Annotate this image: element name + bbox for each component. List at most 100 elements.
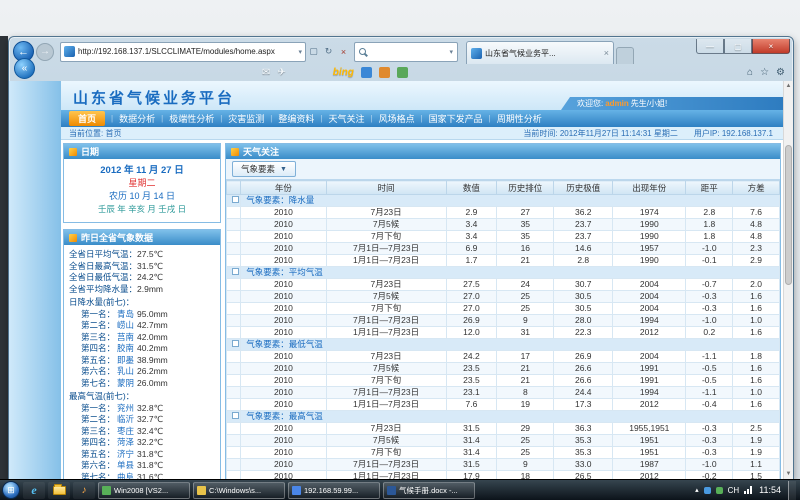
scroll-up-icon[interactable]: ▲ (784, 81, 793, 91)
settings-gear-icon[interactable]: ⚙ (776, 67, 785, 78)
new-tab-button[interactable] (616, 47, 634, 64)
column-header[interactable]: 历史极值 (554, 181, 613, 195)
table-row[interactable]: 20101月1日—7月23日12.03122.320120.21.6 (227, 327, 780, 339)
station-link[interactable]: 菏泽 (117, 437, 134, 447)
scroll-down-icon[interactable]: ▼ (784, 469, 793, 479)
table-row[interactable]: 20107月5候3.43523.719901.84.8 (227, 219, 780, 231)
scrollbar-thumb[interactable] (785, 145, 792, 285)
tab-close-icon[interactable]: × (604, 48, 609, 58)
nav-item-5[interactable]: 天气关注 (328, 112, 364, 125)
table-row[interactable]: 20107月下旬23.52126.61991-0.51.6 (227, 375, 780, 387)
taskbar-button-2[interactable]: 192.168.59.99... (288, 482, 380, 499)
expand-icon[interactable] (232, 196, 239, 203)
station-link[interactable]: 胶南 (117, 343, 134, 353)
taskbar-button-1[interactable]: C:\Windows\s... (193, 482, 285, 499)
table-row[interactable]: 20107月23日31.52936.31955,1951-0.32.5 (227, 423, 780, 435)
station-link[interactable]: 青岛 (117, 309, 134, 319)
tab-title[interactable]: 山东省气候业务平... (485, 48, 601, 59)
search-box[interactable]: ▾ (354, 42, 458, 62)
table-row[interactable]: 20107月1日—7月23日31.5933.01987-1.01.1 (227, 459, 780, 471)
element-filter-button[interactable]: 气象要素 ▼ (232, 161, 296, 177)
search-input[interactable] (370, 47, 445, 56)
expand-icon[interactable] (232, 340, 239, 347)
station-link[interactable]: 即墨 (117, 355, 134, 365)
table-row[interactable]: 20107月下旬3.43523.719901.84.8 (227, 231, 780, 243)
table-row[interactable]: 20107月23日2.92736.219742.87.6 (227, 207, 780, 219)
table-row[interactable]: 20101月1日—7月23日17.91826.52012-0.21.5 (227, 471, 780, 480)
home-icon[interactable]: ⌂ (747, 67, 753, 78)
expand-icon[interactable] (232, 268, 239, 275)
language-indicator[interactable]: CH (728, 486, 740, 495)
station-link[interactable]: 乳山 (117, 366, 134, 376)
table-row[interactable]: 20107月5候23.52126.61991-0.51.6 (227, 363, 780, 375)
address-dropdown-icon[interactable]: ▾ (298, 48, 302, 56)
close-button[interactable]: × (752, 39, 790, 54)
plugin-icon-2[interactable] (379, 67, 390, 78)
nav-item-1[interactable]: 数据分析 (119, 112, 155, 125)
forward-button[interactable]: → (36, 43, 54, 61)
table-row[interactable]: 20101月1日—7月23日7.61917.32012-0.41.6 (227, 399, 780, 411)
table-row[interactable]: 20107月下旬31.42535.31951-0.31.9 (227, 447, 780, 459)
table-row[interactable]: 20107月5候31.42535.31951-0.31.9 (227, 435, 780, 447)
address-bar[interactable]: http://192.168.137.1/SLCCLIMATE/modules/… (60, 42, 306, 62)
maximize-button[interactable]: ▢ (724, 39, 752, 54)
refresh-icon[interactable]: ↻ (321, 43, 336, 61)
station-link[interactable]: 济宁 (117, 449, 134, 459)
group-row[interactable]: 气象要素：降水量 (227, 195, 780, 207)
stop-icon[interactable]: × (336, 43, 351, 61)
vertical-scrollbar[interactable]: ▲ ▼ (783, 81, 793, 479)
minimize-button[interactable]: — (696, 39, 724, 54)
table-row[interactable]: 20107月1日—7月23日26.9928.01994-1.01.0 (227, 315, 780, 327)
column-header[interactable]: 历史排位 (497, 181, 554, 195)
clock[interactable]: 11:54 (759, 485, 781, 495)
nav-item-8[interactable]: 周期性分析 (497, 112, 542, 125)
station-link[interactable]: 枣庄 (117, 426, 134, 436)
group-row[interactable]: 气象要素：最低气温 (227, 339, 780, 351)
nav-item-4[interactable]: 整编资料 (278, 112, 314, 125)
tray-icon-1[interactable] (704, 487, 711, 494)
browser-tab[interactable]: 山东省气候业务平... × (466, 41, 614, 64)
search-icon[interactable] (359, 48, 366, 55)
station-link[interactable]: 莒南 (117, 332, 134, 342)
table-row[interactable]: 20107月23日27.52430.72004-0.72.0 (227, 279, 780, 291)
station-link[interactable]: 蒙阴 (117, 378, 134, 388)
taskbar-button-0[interactable]: Win2008 [VS2... (98, 482, 190, 499)
bing-logo[interactable]: bing (333, 67, 354, 78)
favorites-star-icon[interactable]: ☆ (760, 67, 769, 78)
mail-icon[interactable]: ✉ (262, 67, 270, 78)
column-header[interactable]: 出现年份 (613, 181, 686, 195)
tray-icon-2[interactable] (716, 487, 723, 494)
taskbar-media-icon[interactable]: ♪ (73, 482, 95, 499)
column-header[interactable]: 距平 (686, 181, 733, 195)
station-link[interactable]: 临沂 (117, 414, 134, 424)
nav-item-6[interactable]: 风场格点 (379, 112, 415, 125)
page-logo-badge[interactable]: « (14, 58, 35, 79)
search-dropdown-icon[interactable]: ▾ (449, 48, 453, 56)
column-header[interactable]: 时间 (326, 181, 446, 195)
tray-expand-icon[interactable]: ▴ (695, 486, 699, 494)
station-link[interactable]: 崂山 (117, 320, 134, 330)
column-header[interactable]: 方差 (733, 181, 780, 195)
taskbar-explorer-icon[interactable] (48, 482, 70, 499)
station-link[interactable]: 单县 (117, 460, 134, 470)
plugin-icon-1[interactable] (361, 67, 372, 78)
nav-item-7[interactable]: 国家下发产品 (429, 112, 483, 125)
taskbar-button-3[interactable]: 气候手册.docx -... (383, 482, 475, 499)
send-mail-icon[interactable]: ✈ (277, 67, 285, 78)
table-row[interactable]: 20101月1日—7月23日1.7212.81990-0.12.9 (227, 255, 780, 267)
group-row[interactable]: 气象要素：最高气温 (227, 411, 780, 423)
table-row[interactable]: 20107月1日—7月23日6.91614.61957-1.02.3 (227, 243, 780, 255)
url-text[interactable]: http://192.168.137.1/SLCCLIMATE/modules/… (78, 47, 295, 56)
nav-item-3[interactable]: 灾害监测 (228, 112, 264, 125)
table-row[interactable]: 20107月5候27.02530.52004-0.31.6 (227, 291, 780, 303)
station-link[interactable]: 兖州 (117, 403, 134, 413)
column-header[interactable]: 年份 (241, 181, 326, 195)
plugin-icon-3[interactable] (397, 67, 408, 78)
nav-item-0[interactable]: 首页 (69, 111, 105, 126)
nav-item-2[interactable]: 极端性分析 (169, 112, 214, 125)
compatibility-view-icon[interactable]: ▢ (306, 43, 321, 61)
taskbar-ie-icon[interactable]: e (23, 482, 45, 499)
start-button[interactable]: ⊞ (2, 481, 20, 499)
table-row[interactable]: 20107月1日—7月23日23.1824.41994-1.11.0 (227, 387, 780, 399)
expand-icon[interactable] (232, 412, 239, 419)
